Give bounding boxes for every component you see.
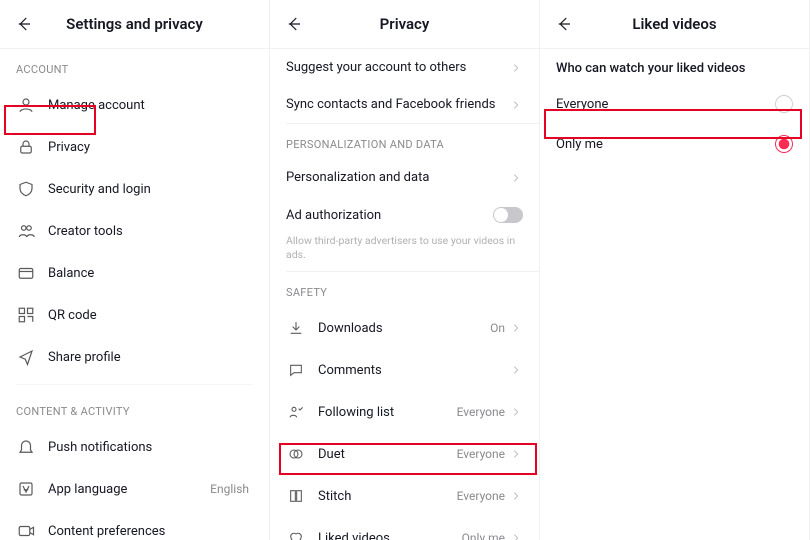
suggest-account-row[interactable]: Suggest your account to others xyxy=(270,49,539,86)
question-text: Who can watch your liked videos xyxy=(540,49,809,84)
chevron-right-icon xyxy=(509,491,523,501)
liked-videos-header: Liked videos xyxy=(540,0,809,48)
row-label: Duet xyxy=(318,447,457,462)
account-section-header: ACCOUNT xyxy=(0,49,269,84)
following-list-row[interactable]: Following list Everyone xyxy=(270,391,539,433)
wallet-icon xyxy=(16,263,36,283)
shield-icon xyxy=(16,179,36,199)
option-only-me[interactable]: Only me xyxy=(540,124,809,164)
privacy-panel: Privacy Suggest your account to others S… xyxy=(270,0,540,540)
row-label: Liked videos xyxy=(318,531,462,540)
creator-tools-row[interactable]: Creator tools xyxy=(0,210,269,252)
row-label: Balance xyxy=(48,266,253,281)
back-button[interactable] xyxy=(282,12,306,36)
safety-section-header: SAFETY xyxy=(270,272,539,307)
qr-icon xyxy=(16,305,36,325)
user-icon xyxy=(16,95,36,115)
privacy-header: Privacy xyxy=(270,0,539,48)
privacy-title: Privacy xyxy=(270,15,539,33)
personalization-row[interactable]: Personalization and data xyxy=(270,159,539,196)
row-label: Personalization and data xyxy=(286,170,509,185)
settings-title: Settings and privacy xyxy=(0,15,269,33)
sync-contacts-row[interactable]: Sync contacts and Facebook friends xyxy=(270,86,539,123)
ad-auth-subtext: Allow third-party advertisers to use you… xyxy=(270,234,539,271)
security-row[interactable]: Security and login xyxy=(0,168,269,210)
chevron-right-icon xyxy=(509,449,523,459)
following-icon xyxy=(286,402,306,422)
radio-unselected[interactable] xyxy=(775,95,793,113)
heart-icon xyxy=(286,528,306,540)
downloads-row[interactable]: Downloads On xyxy=(270,307,539,349)
stitch-row[interactable]: Stitch Everyone xyxy=(270,475,539,517)
row-label: QR code xyxy=(48,308,253,323)
option-label: Only me xyxy=(556,137,775,152)
row-trailing: Everyone xyxy=(457,489,505,503)
row-label: Content preferences xyxy=(48,524,253,539)
share-profile-row[interactable]: Share profile xyxy=(0,336,269,378)
row-label: Suggest your account to others xyxy=(286,60,509,75)
row-label: Sync contacts and Facebook friends xyxy=(286,97,509,112)
option-label: Everyone xyxy=(556,97,775,112)
download-icon xyxy=(286,318,306,338)
chevron-right-icon xyxy=(509,533,523,540)
option-everyone[interactable]: Everyone xyxy=(540,84,809,124)
row-label: Following list xyxy=(318,405,457,420)
stitch-icon xyxy=(286,486,306,506)
content-section-header: CONTENT & ACTIVITY xyxy=(0,391,269,426)
liked-videos-panel: Liked videos Who can watch your liked vi… xyxy=(540,0,810,540)
liked-videos-row[interactable]: Liked videos Only me xyxy=(270,517,539,540)
chevron-right-icon xyxy=(509,100,523,110)
back-button[interactable] xyxy=(12,12,36,36)
row-label: Creator tools xyxy=(48,224,253,239)
chevron-right-icon xyxy=(509,365,523,375)
comment-icon xyxy=(286,360,306,380)
row-trailing: Everyone xyxy=(457,447,505,461)
row-label: Manage account xyxy=(48,98,253,113)
chevron-right-icon xyxy=(509,63,523,73)
row-label: Push notifications xyxy=(48,440,253,455)
balance-row[interactable]: Balance xyxy=(0,252,269,294)
video-icon xyxy=(16,521,36,540)
duet-icon xyxy=(286,444,306,464)
chevron-right-icon xyxy=(509,407,523,417)
row-label: App language xyxy=(48,482,210,497)
chevron-right-icon xyxy=(509,173,523,183)
bell-icon xyxy=(16,437,36,457)
share-icon xyxy=(16,347,36,367)
toggle-off[interactable] xyxy=(493,207,523,223)
back-button[interactable] xyxy=(552,12,576,36)
manage-account-row[interactable]: Manage account xyxy=(0,84,269,126)
ad-authorization-row[interactable]: Ad authorization xyxy=(270,196,539,234)
liked-videos-title: Liked videos xyxy=(540,15,809,33)
lock-icon xyxy=(16,137,36,157)
row-label: Ad authorization xyxy=(286,208,493,223)
row-trailing: Everyone xyxy=(457,405,505,419)
row-label: Stitch xyxy=(318,489,457,504)
settings-header: Settings and privacy xyxy=(0,0,269,48)
row-label: Comments xyxy=(318,363,509,378)
duet-row[interactable]: Duet Everyone xyxy=(270,433,539,475)
chevron-right-icon xyxy=(509,323,523,333)
qr-code-row[interactable]: QR code xyxy=(0,294,269,336)
personalization-section-header: PERSONALIZATION AND DATA xyxy=(270,124,539,159)
row-label: Downloads xyxy=(318,321,490,336)
comments-row[interactable]: Comments xyxy=(270,349,539,391)
row-trailing: On xyxy=(490,321,505,335)
creator-icon xyxy=(16,221,36,241)
row-label: Share profile xyxy=(48,350,253,365)
content-preferences-row[interactable]: Content preferences xyxy=(0,510,269,540)
row-trailing: English xyxy=(210,482,249,496)
privacy-row[interactable]: Privacy xyxy=(0,126,269,168)
push-notifications-row[interactable]: Push notifications xyxy=(0,426,269,468)
row-label: Privacy xyxy=(48,140,253,155)
row-trailing: Only me xyxy=(462,531,505,540)
settings-panel: Settings and privacy ACCOUNT Manage acco… xyxy=(0,0,270,540)
app-language-row[interactable]: App language English xyxy=(0,468,269,510)
radio-selected[interactable] xyxy=(775,135,793,153)
language-icon xyxy=(16,479,36,499)
row-label: Security and login xyxy=(48,182,253,197)
